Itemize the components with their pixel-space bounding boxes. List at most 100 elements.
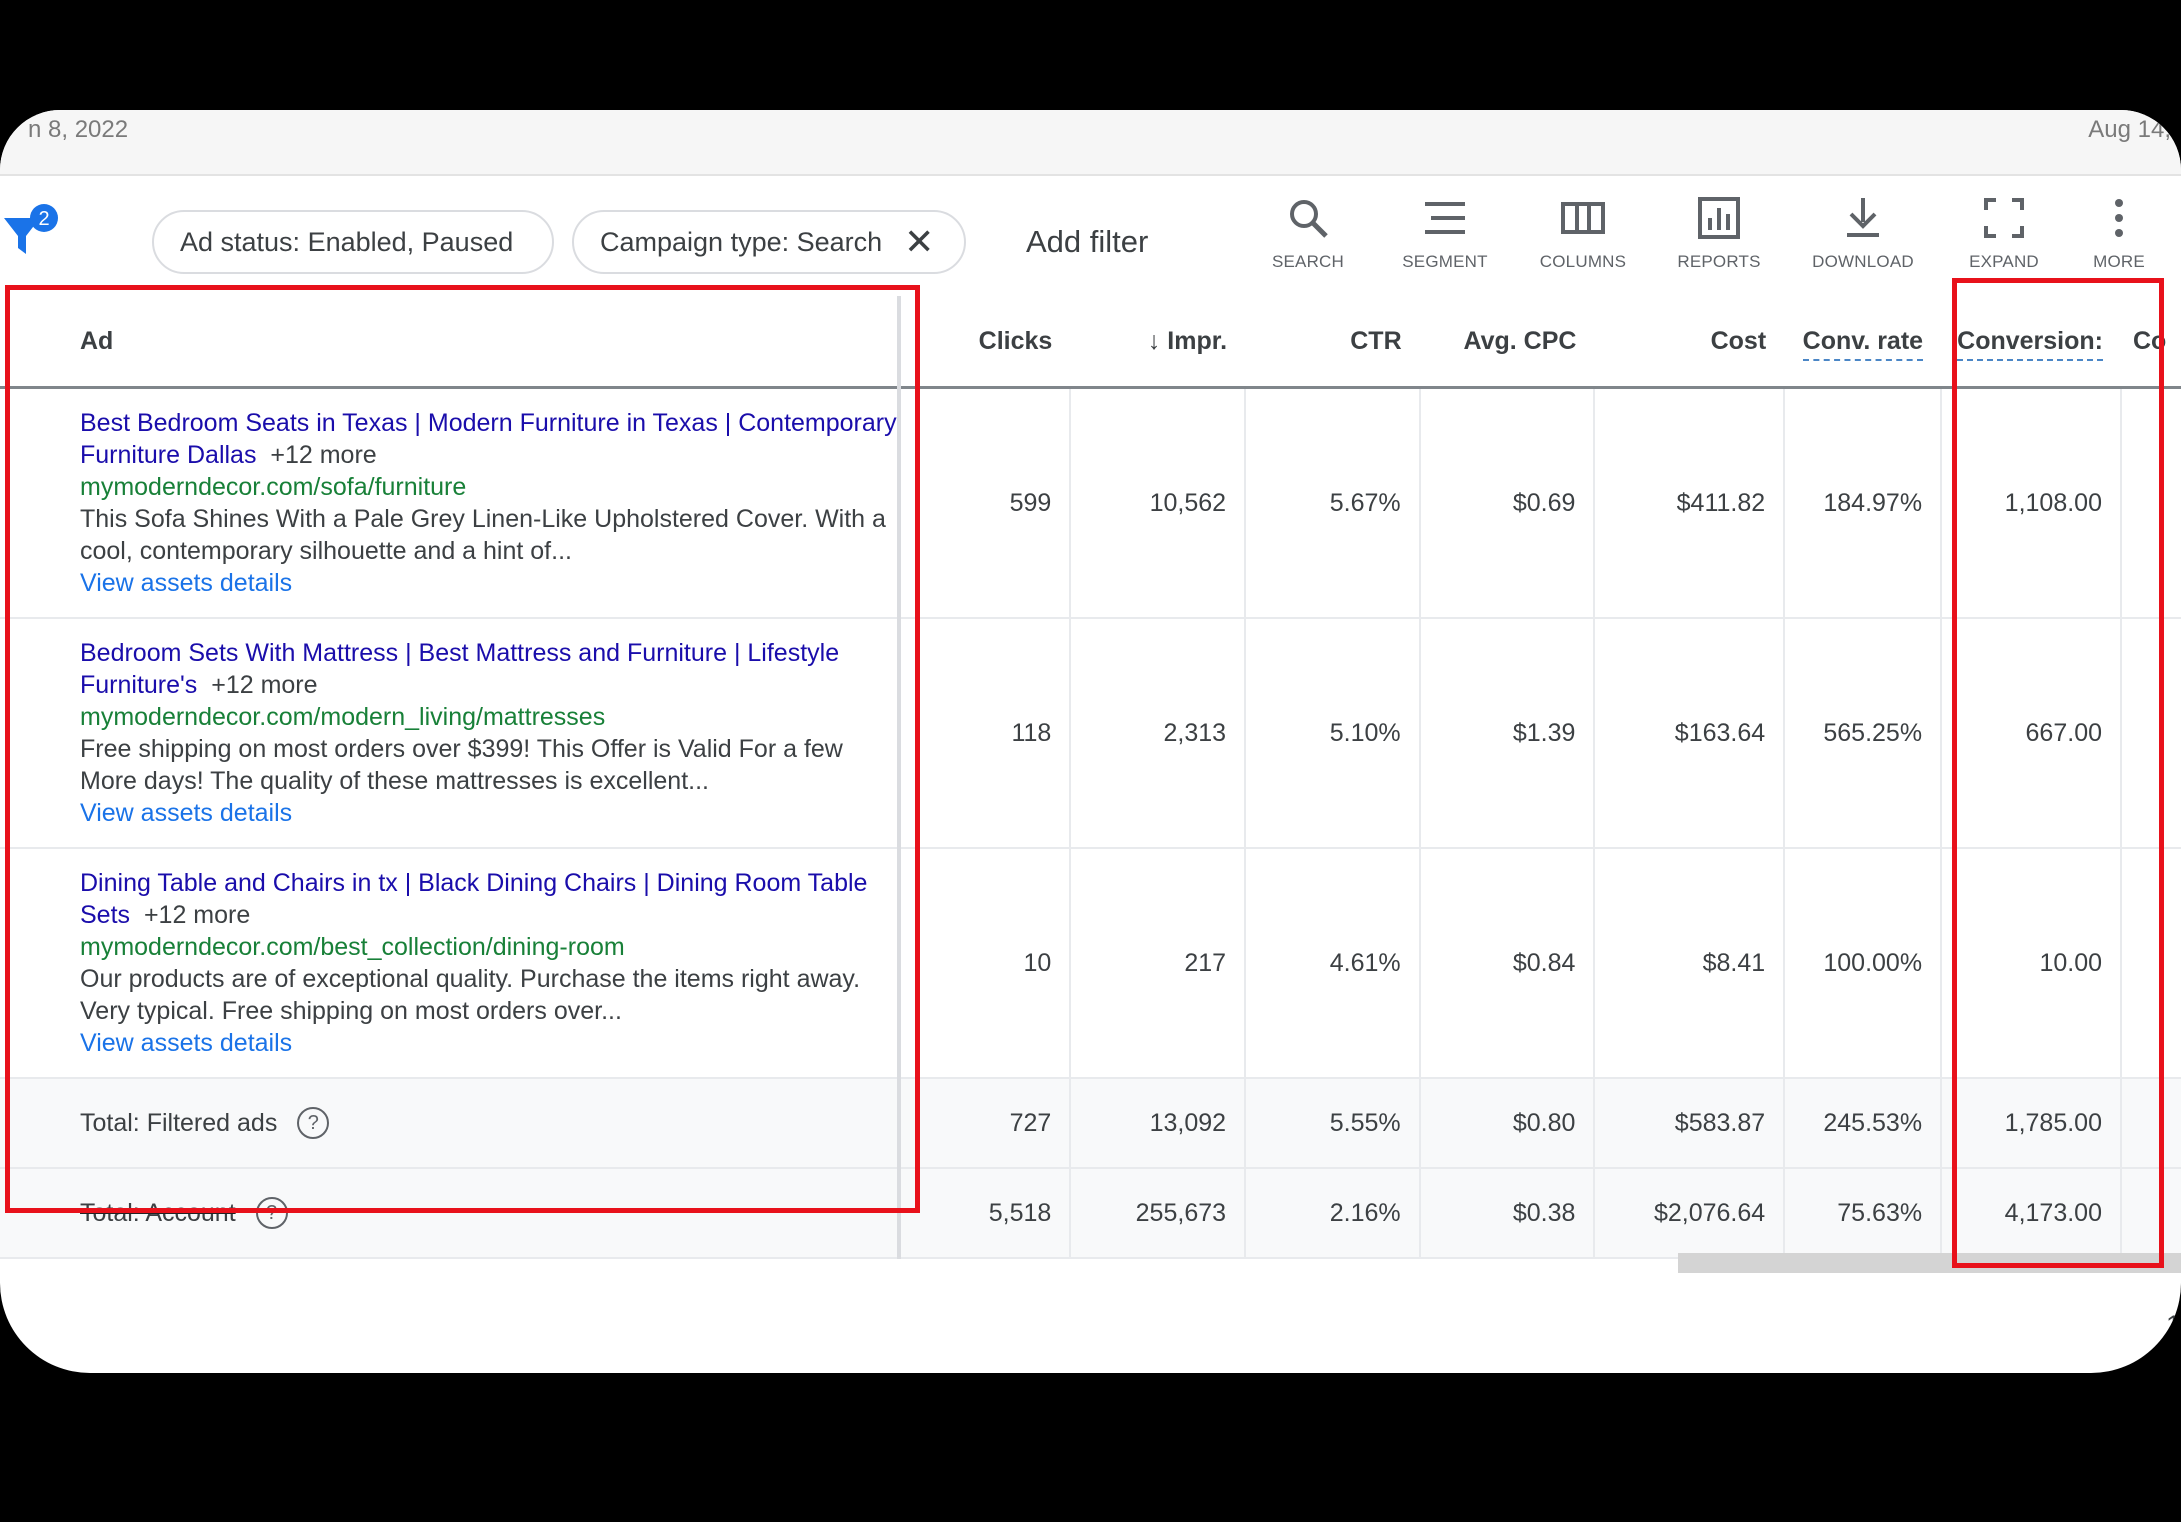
ad-headline-link[interactable]: Bedroom Sets With Mattress | Best Mattre… bbox=[80, 637, 895, 701]
ctr-cell: 5.10% bbox=[1244, 618, 1420, 849]
total-label: Total: Filtered ads bbox=[80, 1108, 278, 1137]
more-tool-button[interactable]: MORE bbox=[2054, 196, 2181, 272]
ad-headline-link[interactable]: Dining Table and Chairs in tx | Black Di… bbox=[80, 867, 895, 931]
ad-description: Our products are of exceptional quality.… bbox=[80, 965, 861, 1025]
search-tool-button[interactable]: SEARCH bbox=[1243, 196, 1373, 272]
filter-button[interactable]: 2 bbox=[0, 204, 60, 264]
avg-cpc-cell: $0.80 bbox=[1418, 1078, 1595, 1169]
total-label-cell: Total: Filtered ads? bbox=[0, 1078, 901, 1169]
ad-status-filter-chip[interactable]: Ad status: Enabled, Paused bbox=[152, 210, 554, 274]
campaign-type-filter-chip[interactable]: Campaign type: Search ✕ bbox=[572, 210, 966, 274]
conv-rate-cell: 100.00% bbox=[1783, 848, 1942, 1079]
reports-icon bbox=[1698, 197, 1740, 239]
avg-cpc-cell: $0.84 bbox=[1418, 848, 1595, 1079]
tool-label: MORE bbox=[2093, 252, 2145, 271]
truncated-cell bbox=[2120, 848, 2181, 1079]
cost-cell: $411.82 bbox=[1593, 387, 1785, 619]
columns-tool-button[interactable]: COLUMNS bbox=[1518, 196, 1648, 272]
view-assets-link[interactable]: View assets details bbox=[80, 797, 895, 829]
conversions-cell: 667.00 bbox=[1940, 618, 2121, 849]
ad-cell: Best Bedroom Seats in Texas | Modern Fur… bbox=[0, 387, 901, 619]
ad-description: Free shipping on most orders over $399! … bbox=[80, 735, 843, 795]
app-window: n 8, 2022 Aug 14, 2 Ad status: Enabled, … bbox=[0, 110, 2181, 1373]
total-account-row: Total: Account? 5,518 255,673 2.16% $0.3… bbox=[0, 1168, 2181, 1259]
conversions-cell: 1,108.00 bbox=[1940, 387, 2121, 619]
conversions-cell: 10.00 bbox=[1940, 848, 2121, 1079]
total-label-cell: Total: Account? bbox=[0, 1168, 901, 1259]
help-icon[interactable]: ? bbox=[255, 1197, 288, 1229]
avg-cpc-cell: $0.38 bbox=[1418, 1168, 1595, 1259]
conversions-cell: 1,785.00 bbox=[1940, 1078, 2121, 1169]
tool-label: REPORTS bbox=[1677, 252, 1761, 271]
ad-headline: Best Bedroom Seats in Texas | Modern Fur… bbox=[80, 409, 897, 469]
view-assets-link[interactable]: View assets details bbox=[80, 567, 895, 599]
cost-cell: $2,076.64 bbox=[1593, 1168, 1785, 1259]
avg-cpc-cell: $1.39 bbox=[1418, 618, 1595, 849]
view-assets-link[interactable]: View assets details bbox=[80, 1027, 895, 1059]
ad-display-url: mymoderndecor.com/modern_living/mattress… bbox=[80, 703, 606, 731]
ad-headline-link[interactable]: Best Bedroom Seats in Texas | Modern Fur… bbox=[80, 407, 897, 471]
more-headlines: +12 more bbox=[211, 671, 318, 699]
truncated-cell bbox=[2120, 387, 2181, 619]
ad-cell: Dining Table and Chairs in tx | Black Di… bbox=[0, 848, 901, 1079]
download-tool-button[interactable]: DOWNLOAD bbox=[1798, 196, 1928, 272]
column-header-avg-cpc[interactable]: Avg. CPC bbox=[1419, 296, 1595, 389]
date-range-bar[interactable]: n 8, 2022 Aug 14, bbox=[0, 110, 2181, 176]
tool-label: SEGMENT bbox=[1402, 252, 1488, 271]
search-icon bbox=[1290, 200, 1328, 238]
filter-count-badge: 2 bbox=[38, 208, 49, 230]
chip-label: Campaign type: Search bbox=[600, 226, 883, 257]
ads-table-container: Ad Clicks ↓ Impr. CTR Avg. CPC Cost Conv… bbox=[0, 296, 2181, 1296]
ads-table: Ad Clicks ↓ Impr. CTR Avg. CPC Cost Conv… bbox=[0, 296, 2181, 1259]
conv-rate-cell: 245.53% bbox=[1783, 1078, 1942, 1169]
more-vert-icon bbox=[2115, 199, 2123, 237]
clicks-cell: 10 bbox=[897, 848, 1071, 1079]
horizontal-scrollbar[interactable] bbox=[1678, 1253, 2181, 1273]
ad-description: This Sofa Shines With a Pale Grey Linen-… bbox=[80, 505, 886, 565]
column-header-conv-rate[interactable]: Conv. rate bbox=[1784, 296, 1942, 389]
clicks-cell: 118 bbox=[897, 618, 1071, 849]
reports-tool-button[interactable]: REPORTS bbox=[1654, 196, 1784, 272]
ctr-cell: 5.67% bbox=[1244, 387, 1420, 619]
column-header-clicks[interactable]: Clicks bbox=[898, 296, 1071, 389]
conversions-cell: 4,173.00 bbox=[1940, 1168, 2121, 1259]
total-label: Total: Account bbox=[80, 1198, 236, 1227]
column-header-ctr[interactable]: CTR bbox=[1245, 296, 1420, 389]
clicks-cell: 727 bbox=[897, 1078, 1071, 1169]
column-header-impr[interactable]: ↓ Impr. bbox=[1070, 296, 1246, 389]
columns-icon bbox=[1561, 202, 1605, 234]
tool-label: EXPAND bbox=[1969, 252, 2039, 271]
column-header-truncated[interactable]: Co bbox=[2121, 296, 2181, 389]
page-number[interactable]: 1 bbox=[2166, 1310, 2181, 1341]
date-start: n 8, 2022 bbox=[28, 116, 129, 143]
truncated-cell bbox=[2120, 1168, 2181, 1259]
segment-tool-button[interactable]: SEGMENT bbox=[1380, 196, 1510, 272]
help-icon[interactable]: ? bbox=[297, 1107, 330, 1139]
expand-icon bbox=[1984, 198, 2024, 238]
table-row: Best Bedroom Seats in Texas | Modern Fur… bbox=[0, 387, 2181, 619]
filter-icon: 2 bbox=[4, 204, 58, 254]
column-header-ad[interactable]: Ad bbox=[0, 296, 901, 389]
ctr-cell: 5.55% bbox=[1244, 1078, 1420, 1169]
ad-display-url: mymoderndecor.com/best_collection/dining… bbox=[80, 933, 625, 961]
add-filter-button[interactable]: Add filter bbox=[1026, 224, 1148, 260]
column-header-conversions[interactable]: Conversion: bbox=[1941, 296, 2121, 389]
conv-rate-cell: 184.97% bbox=[1783, 387, 1942, 619]
column-header-cost[interactable]: Cost bbox=[1594, 296, 1785, 389]
table-row: Bedroom Sets With Mattress | Best Mattre… bbox=[0, 618, 2181, 849]
conv-rate-cell: 75.63% bbox=[1783, 1168, 1942, 1259]
cost-cell: $583.87 bbox=[1593, 1078, 1785, 1169]
impr-cell: 255,673 bbox=[1069, 1168, 1246, 1259]
expand-tool-button[interactable]: EXPAND bbox=[1939, 196, 2069, 272]
close-icon[interactable]: ✕ bbox=[904, 224, 934, 260]
ad-headline: Bedroom Sets With Mattress | Best Mattre… bbox=[80, 639, 840, 699]
impr-cell: 10,562 bbox=[1069, 387, 1246, 619]
clicks-cell: 5,518 bbox=[897, 1168, 1071, 1259]
more-headlines: +12 more bbox=[270, 441, 377, 469]
header-label: Conversion: bbox=[1957, 326, 2103, 361]
ctr-cell: 2.16% bbox=[1244, 1168, 1420, 1259]
total-filtered-row: Total: Filtered ads? 727 13,092 5.55% $0… bbox=[0, 1078, 2181, 1169]
impr-cell: 13,092 bbox=[1069, 1078, 1246, 1169]
table-toolbar: 2 Ad status: Enabled, Paused Campaign ty… bbox=[0, 174, 2181, 296]
ad-cell: Bedroom Sets With Mattress | Best Mattre… bbox=[0, 618, 901, 849]
